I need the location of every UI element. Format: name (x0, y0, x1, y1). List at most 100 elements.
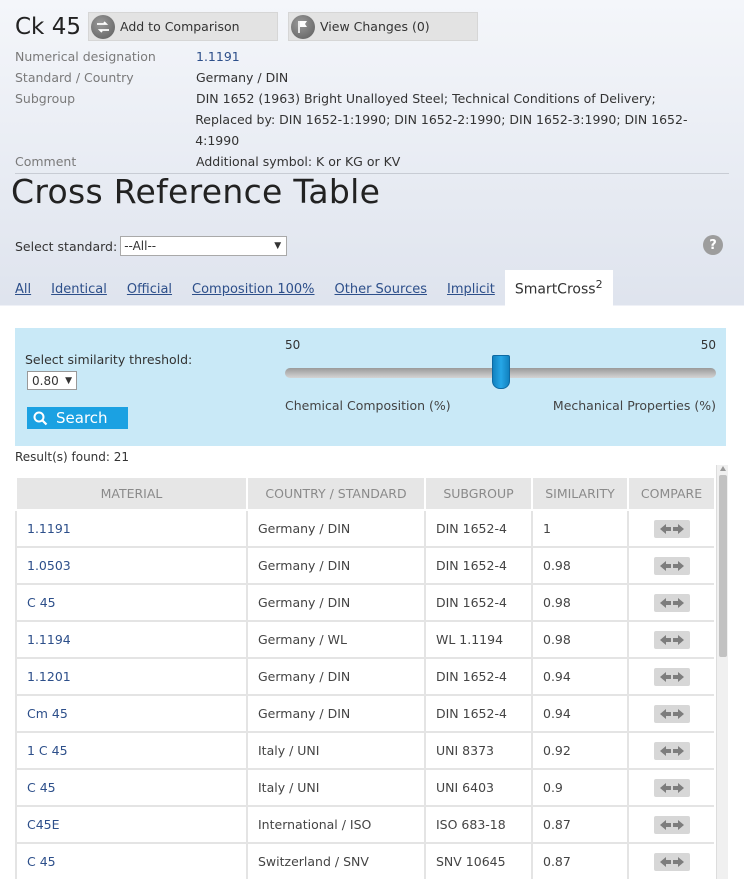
tab-smartcross[interactable]: SmartCross2 (504, 270, 613, 306)
col-country-standard[interactable]: COUNTRY / STANDARD (246, 476, 426, 511)
col-subgroup[interactable]: SUBGROUP (424, 476, 533, 511)
material-link[interactable]: 1 C 45 (15, 731, 248, 770)
material-link[interactable]: 1.1201 (15, 657, 248, 696)
subgroup-cell: ISO 683-18 (424, 805, 533, 844)
col-similarity[interactable]: SIMILARITY (531, 476, 629, 511)
table-row: Cm 45 Germany / DIN DIN 1652-4 0.94 (15, 694, 714, 733)
tab-smartcross-label: SmartCross (514, 281, 596, 298)
material-link[interactable]: C 45 (15, 768, 248, 807)
tab-composition[interactable]: Composition 100% (192, 282, 314, 306)
compare-arrows-icon (91, 14, 115, 39)
standard-select[interactable]: --All-- ▼ (120, 236, 288, 256)
table-row: 1.1194 Germany / WL WL 1.1194 0.98 (15, 620, 714, 659)
material-link[interactable]: Cm 45 (15, 694, 248, 733)
material-link[interactable]: C45E (15, 805, 248, 844)
tab-other-sources[interactable]: Other Sources (335, 282, 427, 306)
table-row: C 45 Switzerland / SNV SNV 10645 0.87 (15, 842, 714, 879)
country-standard-cell: Switzerland / SNV (246, 842, 426, 879)
mechanical-properties-label: Mechanical Properties (%) (552, 398, 716, 413)
compare-arrows-icon[interactable] (653, 556, 690, 575)
prop-subgroup: Subgroup DIN 1652 (1963) Bright Unalloye… (15, 88, 729, 109)
similarity-threshold-label: Select similarity threshold: (25, 352, 193, 367)
tab-identical[interactable]: Identical (51, 282, 107, 306)
col-compare: COMPARE (627, 476, 714, 511)
material-link[interactable]: 1.1191 (15, 509, 248, 548)
country-standard-cell: Germany / DIN (246, 694, 426, 733)
prop-subgroup-cont: Replaced by: DIN 1652-1:1990; DIN 1652-2… (15, 109, 729, 151)
compare-cell (627, 509, 714, 548)
prop-label: Comment (15, 154, 77, 169)
compare-arrows-icon[interactable] (653, 704, 690, 723)
help-icon[interactable]: ? (703, 235, 723, 255)
material-link[interactable]: C 45 (15, 583, 248, 622)
compare-cell (627, 620, 714, 659)
country-standard-cell: Italy / UNI (246, 731, 426, 770)
compare-cell (627, 546, 714, 585)
subgroup-cell: DIN 1652-4 (424, 546, 533, 585)
table-scrollbar[interactable] (716, 465, 728, 879)
tab-implicit[interactable]: Implicit (447, 282, 495, 306)
prop-numerical-designation: Numerical designation 1.1191 (15, 46, 729, 67)
prop-label: Subgroup (15, 91, 76, 106)
similarity-cell: 0.87 (531, 805, 629, 844)
compare-arrows-icon[interactable] (653, 778, 690, 797)
material-link[interactable]: C 45 (15, 842, 248, 879)
table-row: C 45 Italy / UNI UNI 6403 0.9 (15, 768, 714, 807)
chevron-down-icon: ▼ (65, 375, 72, 386)
compare-arrows-icon[interactable] (653, 630, 690, 649)
similarity-cell: 0.94 (531, 694, 629, 733)
search-button-label: Search (56, 409, 108, 427)
compare-cell (627, 583, 714, 622)
subgroup-cell: UNI 8373 (424, 731, 533, 770)
prop-value: Additional symbol: K or KG or KV (196, 154, 401, 169)
material-title-row: Ck 45 (15, 11, 81, 43)
table-row: 1 C 45 Italy / UNI UNI 8373 0.92 (15, 731, 714, 770)
compare-arrows-icon[interactable] (653, 593, 690, 612)
chemical-composition-label: Chemical Composition (%) (285, 398, 451, 413)
compare-cell (627, 694, 714, 733)
prop-value-link[interactable]: 1.1191 (196, 46, 240, 67)
subgroup-cell: WL 1.1194 (424, 620, 533, 659)
compare-arrows-icon[interactable] (653, 667, 690, 686)
compare-arrows-icon[interactable] (653, 815, 690, 834)
country-standard-cell: Italy / UNI (246, 768, 426, 807)
material-link[interactable]: 1.1194 (15, 620, 248, 659)
search-button[interactable]: Search (27, 407, 128, 429)
country-standard-cell: Germany / DIN (246, 583, 426, 622)
tab-bar: All Identical Official Composition 100% … (15, 270, 613, 306)
prop-value: DIN 1652 (1963) Bright Unalloyed Steel; … (196, 91, 656, 106)
page-title: Cross Reference Table (11, 172, 381, 211)
tab-official[interactable]: Official (127, 282, 172, 306)
select-standard-label: Select standard: (15, 238, 118, 254)
table-row: C 45 Germany / DIN DIN 1652-4 0.98 (15, 583, 714, 622)
prop-value: Germany / DIN (196, 70, 289, 85)
col-material[interactable]: MATERIAL (15, 476, 248, 511)
compare-cell (627, 657, 714, 696)
slider-handle[interactable] (491, 355, 510, 389)
compare-arrows-icon[interactable] (653, 519, 690, 538)
prop-label (15, 109, 195, 151)
scrollbar-thumb[interactable] (719, 475, 727, 657)
results-count: Result(s) found: 21 (15, 450, 130, 464)
compare-arrows-icon[interactable] (653, 741, 690, 760)
standard-select-value: --All-- (124, 239, 157, 253)
similarity-cell: 1 (531, 509, 629, 548)
table-header-row: MATERIAL COUNTRY / STANDARD SUBGROUP SIM… (15, 476, 714, 511)
prop-value: Replaced by: DIN 1652-1:1990; DIN 1652-2… (195, 112, 688, 148)
scroll-up-icon[interactable] (720, 466, 726, 471)
similarity-cell: 0.98 (531, 620, 629, 659)
tab-all[interactable]: All (15, 282, 31, 306)
compare-cell (627, 842, 714, 879)
add-to-comparison-button[interactable]: Add to Comparison (88, 12, 278, 41)
view-changes-button[interactable]: View Changes (0) (288, 12, 478, 41)
material-properties: Numerical designation 1.1191 Standard / … (15, 46, 729, 174)
compare-cell (627, 805, 714, 844)
material-link[interactable]: 1.0503 (15, 546, 248, 585)
similarity-cell: 0.98 (531, 583, 629, 622)
subgroup-cell: DIN 1652-4 (424, 694, 533, 733)
compare-arrows-icon[interactable] (653, 852, 690, 871)
similarity-panel: Select similarity threshold: 0.80 ▼ Sear… (15, 328, 726, 446)
subgroup-cell: UNI 6403 (424, 768, 533, 807)
country-standard-cell: Germany / WL (246, 620, 426, 659)
threshold-select[interactable]: 0.80 ▼ (27, 371, 77, 390)
